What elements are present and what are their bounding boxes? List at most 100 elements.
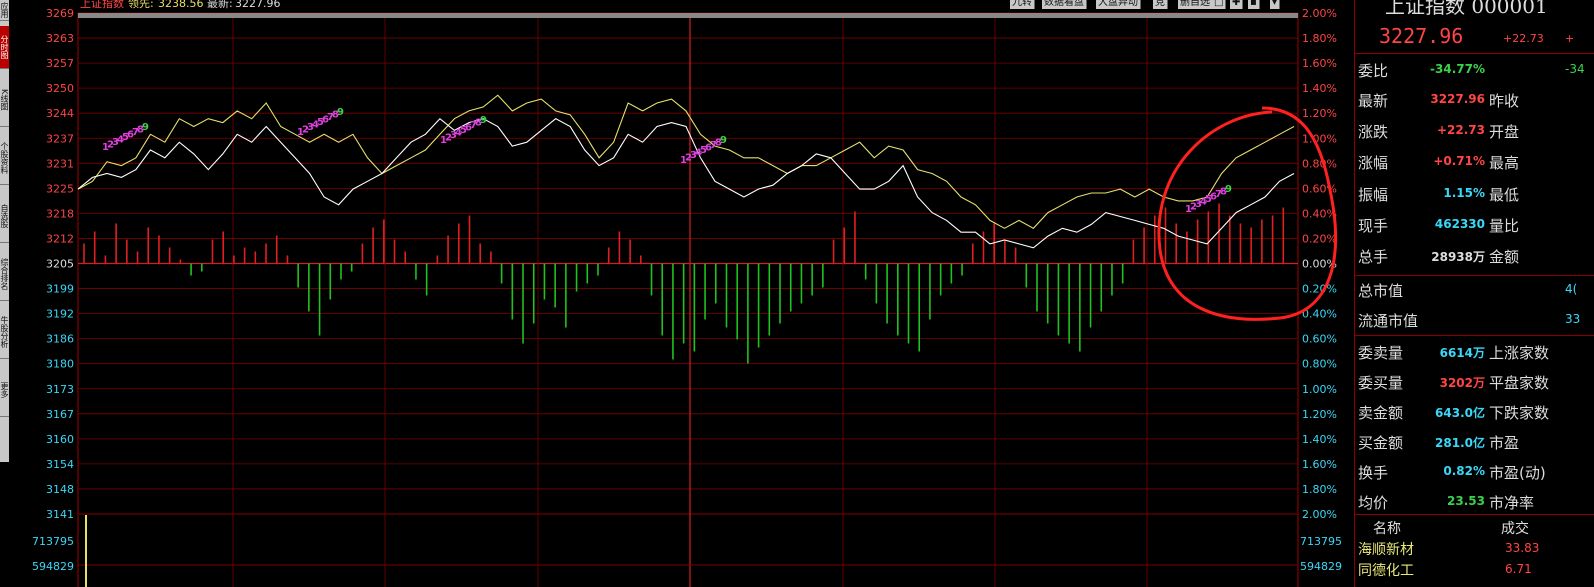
stock-name[interactable]: 海顺新材 bbox=[1358, 539, 1414, 559]
quote-value: 3227.96 bbox=[1430, 92, 1485, 106]
stock-deal: 33.83 bbox=[1505, 541, 1540, 555]
toolbar-button[interactable]: ▪ bbox=[1248, 0, 1260, 9]
quote-row: 涨跌 +22.73 开盘 bbox=[1355, 121, 1594, 149]
quote-value: 23.53 bbox=[1447, 494, 1485, 508]
quote-label: 平盘家数 bbox=[1489, 374, 1550, 392]
quote-label: 开盘 bbox=[1489, 123, 1520, 141]
quote-value: -34 bbox=[1565, 62, 1585, 76]
price-tick: 3263 bbox=[46, 32, 74, 45]
quote-row: 最新 3227.96 昨收 bbox=[1355, 90, 1594, 118]
divider bbox=[1355, 275, 1594, 276]
volume-label: 594829 bbox=[1300, 560, 1342, 573]
quote-label: 卖金额 bbox=[1358, 404, 1404, 422]
quote-label: 最高 bbox=[1489, 154, 1520, 172]
pct-tick: 0.80% bbox=[1302, 358, 1337, 371]
price-tick: 3173 bbox=[46, 383, 74, 396]
quote-label: 最新 bbox=[1358, 92, 1389, 110]
volume-label: 594829 bbox=[32, 560, 74, 573]
header-leading-value: 3238.56 bbox=[158, 0, 204, 10]
price-tick: 3257 bbox=[46, 57, 74, 70]
price-tick: 3167 bbox=[46, 408, 74, 421]
quote-row: 换手 0.82% 市盈(动) bbox=[1355, 462, 1594, 490]
quote-row: 现手 462330 量比 bbox=[1355, 215, 1594, 243]
toolbar-button[interactable]: 竞 bbox=[1153, 0, 1168, 9]
toolbar-button[interactable]: 删自选 bbox=[1178, 0, 1213, 9]
divider bbox=[1355, 335, 1594, 336]
quote-label: 市净率 bbox=[1489, 494, 1535, 512]
price-tick: 3160 bbox=[46, 433, 74, 446]
quote-value: 6614万 bbox=[1439, 346, 1485, 360]
sequence-mark: 9 bbox=[142, 122, 149, 133]
pct-tick: 0.20% bbox=[1302, 283, 1337, 296]
quote-value: 28938万 bbox=[1431, 250, 1485, 264]
quote-label: 市盈(动) bbox=[1489, 464, 1546, 482]
pct-tick: 1.00% bbox=[1302, 132, 1337, 145]
quote-label: 量比 bbox=[1489, 217, 1520, 235]
quote-row: 卖金额 643.0亿 下跌家数 bbox=[1355, 402, 1594, 430]
price-tick: 3141 bbox=[46, 508, 74, 521]
pct-tick: 1.20% bbox=[1302, 408, 1337, 421]
quote-value: 281.0亿 bbox=[1435, 436, 1485, 450]
quote-label: 振幅 bbox=[1358, 186, 1389, 204]
pct-tick: 1.60% bbox=[1302, 458, 1337, 471]
quote-label: 均价 bbox=[1358, 494, 1389, 512]
pct-tick: 1.40% bbox=[1302, 433, 1337, 446]
quote-label: 市盈 bbox=[1489, 434, 1520, 452]
header-scroll bbox=[78, 13, 1298, 18]
price-tick: 3148 bbox=[46, 483, 74, 496]
pct-tick: 1.00% bbox=[1302, 383, 1337, 396]
panel-change-partial: + bbox=[1565, 32, 1575, 45]
quote-label: 现手 bbox=[1358, 217, 1389, 235]
volume-label: 713795 bbox=[1300, 535, 1342, 548]
price-tick: 3225 bbox=[46, 182, 74, 195]
stock-name[interactable]: 同德化工 bbox=[1358, 560, 1414, 580]
intraday-chart: 3269 2.00% 3263 1.80% 3257 1.60% 3250 1.40% 3244… bbox=[32, 0, 1342, 587]
quote-label: 委比 bbox=[1358, 62, 1389, 80]
quote-label: 买金额 bbox=[1358, 434, 1404, 452]
quote-label: 总市值 bbox=[1358, 282, 1404, 300]
quote-label: 涨跌 bbox=[1358, 123, 1389, 141]
quote-row: 委买量 3202万 平盘家数 bbox=[1355, 372, 1594, 400]
quote-row: 委卖量 6614万 上涨家数 bbox=[1355, 342, 1594, 370]
toolbar-button[interactable]: ▾ bbox=[1270, 0, 1281, 9]
quote-row: 委比 -34.77% -34 bbox=[1355, 60, 1594, 88]
quote-row: 均价 23.53 市净率 bbox=[1355, 492, 1594, 520]
quote-label: 昨收 bbox=[1489, 92, 1520, 110]
toolbar-button[interactable]: ✚ bbox=[1230, 0, 1244, 9]
quote-row: 买金额 281.0亿 市盈 bbox=[1355, 432, 1594, 460]
quote-label: 涨幅 bbox=[1358, 154, 1389, 172]
toolbar-button[interactable]: 大盘异动 bbox=[1096, 0, 1141, 9]
quote-label: 最低 bbox=[1489, 186, 1520, 204]
price-tick: 3212 bbox=[46, 232, 74, 245]
quote-value: 462330 bbox=[1434, 217, 1485, 231]
sequence-mark: 9 bbox=[720, 135, 727, 146]
quote-label: 换手 bbox=[1358, 464, 1389, 482]
panel-price: 3227.96 bbox=[1379, 24, 1464, 48]
price-tick: 3269 bbox=[46, 7, 74, 20]
quote-row: 流通市值 33 bbox=[1355, 310, 1594, 338]
toolbar-button[interactable]: 九转 bbox=[1010, 0, 1035, 9]
quote-row: 总手 28938万 金额 bbox=[1355, 246, 1594, 274]
list-header-name: 名称 bbox=[1373, 521, 1401, 537]
quote-row: 涨幅 +0.71% 最高 bbox=[1355, 152, 1594, 180]
price-tick: 3244 bbox=[46, 107, 74, 120]
pct-tick: 1.80% bbox=[1302, 483, 1337, 496]
sequence-mark: 9 bbox=[1225, 184, 1232, 195]
quote-value: 0.82% bbox=[1443, 464, 1485, 478]
toolbar-button[interactable]: □ bbox=[1212, 0, 1227, 9]
quote-value: -34.77% bbox=[1430, 62, 1485, 76]
toolbar-button[interactable]: 数据看盘 bbox=[1042, 0, 1087, 9]
quote-value: 3202万 bbox=[1439, 376, 1485, 390]
quote-label: 委卖量 bbox=[1358, 344, 1404, 362]
divider bbox=[1355, 514, 1594, 515]
quote-panel: 上证指数 000001 3227.96 +22.73 + 委比 -34.77% -3… bbox=[1354, 0, 1594, 587]
list-header-deal: 成交 bbox=[1501, 521, 1529, 537]
panel-title: 上证指数 000001 bbox=[1385, 0, 1548, 18]
quote-value: +0.71% bbox=[1433, 154, 1485, 168]
pct-tick: 0.20% bbox=[1302, 232, 1337, 245]
pct-tick: 2.00% bbox=[1302, 7, 1337, 20]
price-tick: 3180 bbox=[46, 358, 74, 371]
quote-value: 643.0亿 bbox=[1435, 406, 1485, 420]
header-index-name: 上证指数 bbox=[80, 0, 124, 10]
volume-label: 713795 bbox=[32, 535, 74, 548]
